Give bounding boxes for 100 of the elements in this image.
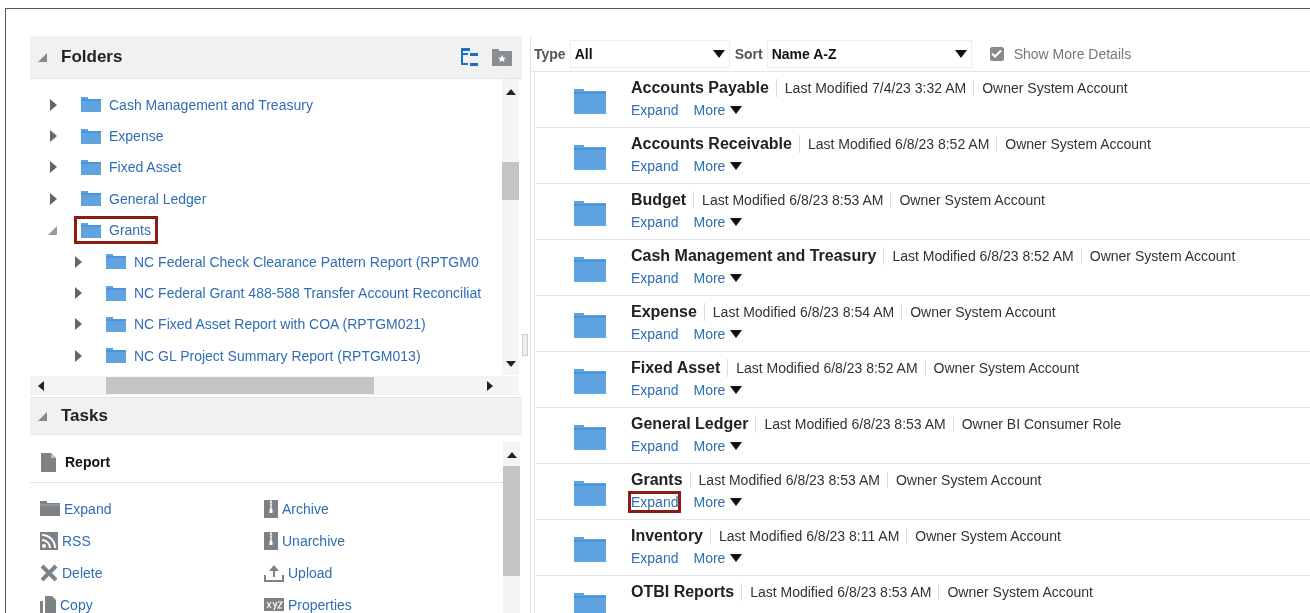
- folder-icon: [574, 425, 606, 450]
- task-link[interactable]: Delete: [40, 563, 103, 582]
- collapse-icon[interactable]: [48, 225, 57, 235]
- dropdown-field[interactable]: Name A-Z: [766, 39, 972, 68]
- expand-link[interactable]: Expand: [628, 547, 682, 569]
- caret-icon: [730, 106, 743, 114]
- checkbox[interactable]: [989, 46, 1004, 61]
- task-link[interactable]: Properties: [264, 595, 352, 613]
- folder-icon: [81, 222, 101, 238]
- caret-icon: [712, 49, 725, 58]
- checkbox-label: Show More Details: [1013, 45, 1132, 62]
- folder-icon: [574, 257, 606, 282]
- folder-icon: [106, 285, 126, 301]
- task-link[interactable]: Unarchive: [264, 531, 346, 550]
- copy-icon: [40, 595, 56, 613]
- collapse-icon[interactable]: [38, 411, 47, 421]
- more-menu[interactable]: More: [690, 211, 746, 233]
- last-modified: Last Modified 6/8/23 8:53 AM: [698, 472, 888, 488]
- expand-icon[interactable]: [75, 318, 82, 331]
- owner: Owner System Account: [910, 304, 1057, 320]
- owner: Owner System Account: [933, 360, 1081, 376]
- folder-icon: [81, 191, 101, 207]
- delete-icon: [40, 563, 58, 582]
- expand-icon[interactable]: [75, 349, 82, 362]
- panel-title: Tasks: [61, 406, 108, 426]
- folder-item[interactable]: NC Fixed Asset Report with COA (RPTGM021): [99, 310, 433, 339]
- folder-item[interactable]: Grants: [74, 216, 158, 245]
- folder-name: Budget: [631, 191, 695, 209]
- folder-item[interactable]: NC Federal Grant 488-588 Transfer Account Reconciliat: [99, 279, 489, 308]
- owner: Owner System Account: [1005, 136, 1152, 152]
- expand-icon[interactable]: [75, 287, 82, 300]
- expand-link[interactable]: Expand: [628, 323, 682, 345]
- horizontal-scrollbar[interactable]: [30, 376, 519, 395]
- more-menu[interactable]: More: [690, 99, 746, 121]
- more-menu[interactable]: More: [690, 323, 746, 345]
- folder-icon: [574, 313, 606, 338]
- folder-icon: [574, 537, 606, 562]
- expand-link[interactable]: Expand: [628, 267, 682, 289]
- more-menu[interactable]: More: [690, 267, 746, 289]
- more-menu[interactable]: More: [690, 435, 746, 457]
- task-link[interactable]: Copy: [40, 595, 93, 613]
- folder-name: Cash Management and Treasury: [631, 247, 885, 265]
- owner: Owner System Account: [895, 472, 1043, 488]
- folder-item[interactable]: NC GL Project Summary Report (RPTGM013): [99, 341, 428, 370]
- task-link[interactable]: Upload: [264, 563, 333, 582]
- task-link[interactable]: Expand: [40, 499, 112, 518]
- folder-icon: [574, 593, 606, 613]
- last-modified: Last Modified 6/8/23 8:53 AM: [702, 192, 892, 208]
- folder-icon: [574, 145, 606, 170]
- folder-icon: [574, 481, 606, 506]
- folder-icon: [106, 254, 126, 270]
- expand-link[interactable]: Expand: [628, 491, 682, 513]
- owner: Owner BI Consumer Role: [961, 416, 1123, 432]
- expand-link[interactable]: Expand: [628, 435, 682, 457]
- vertical-scrollbar[interactable]: [502, 79, 519, 375]
- folder-icon: [574, 369, 606, 394]
- folder-icon: [574, 89, 606, 114]
- expand-link[interactable]: Expand: [628, 379, 682, 401]
- favorite-folder-icon: [492, 48, 512, 66]
- folder-item[interactable]: Cash Management and Treasury: [74, 90, 320, 119]
- caret-icon: [730, 554, 743, 562]
- folder-item[interactable]: Expense: [74, 122, 171, 151]
- caret-icon: [954, 49, 967, 58]
- collapse-handle[interactable]: [522, 334, 528, 356]
- zip-file-icon: [264, 499, 278, 518]
- vertical-scrollbar[interactable]: [503, 442, 520, 613]
- last-modified: Last Modified 6/8/23 8:52 AM: [736, 360, 926, 376]
- folder-icon: [40, 501, 60, 516]
- expand-icon[interactable]: [50, 130, 57, 143]
- owner: Owner System Account: [899, 192, 1046, 208]
- expand-link[interactable]: Expand: [628, 211, 682, 233]
- more-menu[interactable]: More: [690, 491, 746, 513]
- expand-icon[interactable]: [50, 192, 57, 205]
- section-title: Report: [65, 454, 111, 470]
- caret-icon: [730, 218, 743, 226]
- owner: Owner System Account: [915, 528, 1062, 544]
- folder-icon: [106, 316, 126, 332]
- caret-icon: [730, 498, 743, 506]
- task-link[interactable]: RSS: [40, 531, 91, 550]
- folder-item[interactable]: Fixed Asset: [74, 153, 189, 182]
- expand-icon[interactable]: [75, 255, 82, 268]
- folder-item[interactable]: General Ledger: [74, 184, 214, 213]
- folder-item[interactable]: NC Federal Check Clearance Pattern Report (RPTGM0: [99, 247, 486, 276]
- task-link[interactable]: Archive: [264, 499, 329, 518]
- folder-icon: [81, 159, 101, 175]
- caret-icon: [730, 162, 743, 170]
- collapse-icon[interactable]: [38, 52, 47, 62]
- more-menu[interactable]: More: [690, 379, 746, 401]
- folder-icon: [81, 97, 101, 113]
- dropdown-field[interactable]: All: [569, 39, 730, 68]
- caret-icon: [730, 274, 743, 282]
- last-modified: Last Modified 6/8/23 8:54 AM: [712, 304, 903, 320]
- tree-view-icon: [460, 47, 478, 67]
- expand-icon[interactable]: [50, 161, 57, 174]
- last-modified: Last Modified 6/8/23 8:52 AM: [892, 248, 1082, 264]
- expand-link[interactable]: Expand: [628, 99, 682, 121]
- expand-icon[interactable]: [50, 98, 57, 111]
- more-menu[interactable]: More: [690, 547, 746, 569]
- expand-link[interactable]: Expand: [628, 155, 682, 177]
- more-menu[interactable]: More: [690, 155, 746, 177]
